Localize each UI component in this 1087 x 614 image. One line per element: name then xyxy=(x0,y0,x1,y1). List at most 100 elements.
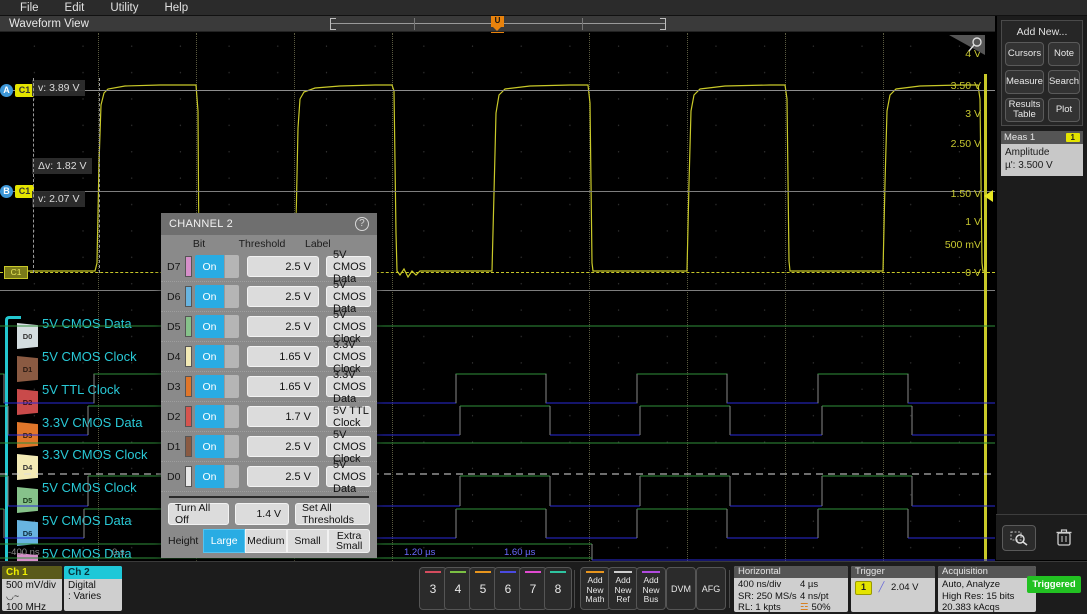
add-new-bus-label: Add New Bus xyxy=(637,576,665,605)
horizontal-settings-card[interactable]: Horizontal 400 ns/div 4 µs SR: 250 MS/s … xyxy=(734,566,848,612)
dvm-button[interactable]: DVM xyxy=(666,567,696,610)
row-off-toggle[interactable] xyxy=(224,435,239,458)
acquisition-resolution: High Res: 15 bits xyxy=(942,591,1032,603)
channel-button-5[interactable]: 5 xyxy=(469,567,497,610)
horizontal-row-2: SR: 250 MS/s 4 ns/pt xyxy=(738,591,844,603)
table-row[interactable]: D1 On 2.5 V 5V CMOS Clock xyxy=(161,432,377,462)
overview-handle-left[interactable] xyxy=(330,18,336,30)
menu-item-help[interactable]: Help xyxy=(158,0,194,16)
row-bit-name: D3 xyxy=(167,381,185,393)
row-threshold-input[interactable]: 2.5 V xyxy=(247,436,319,457)
row-off-toggle[interactable] xyxy=(224,255,239,278)
add-plot-button[interactable]: Plot xyxy=(1048,98,1080,122)
turn-all-off-button[interactable]: Turn All Off xyxy=(168,503,229,525)
add-measure-button[interactable]: Measure xyxy=(1005,70,1044,94)
trash-icon xyxy=(1056,529,1072,547)
acquisition-settings-card[interactable]: Acquisition Auto, Analyze High Res: 15 b… xyxy=(938,566,1036,612)
trigger-marker-upper[interactable]: U xyxy=(491,16,504,29)
row-bit-name: D5 xyxy=(167,321,185,333)
row-threshold-input[interactable]: 2.5 V xyxy=(247,256,319,277)
row-off-toggle[interactable] xyxy=(224,405,239,428)
table-row[interactable]: D5 On 2.5 V 5V CMOS Clock xyxy=(161,312,377,342)
row-off-toggle[interactable] xyxy=(224,315,239,338)
row-label-input[interactable]: 3.3V CMOS Data xyxy=(326,376,371,397)
row-on-toggle[interactable]: On xyxy=(195,375,224,398)
row-off-toggle[interactable] xyxy=(224,375,239,398)
dialog-title: CHANNEL 2 xyxy=(169,218,233,230)
channel-1-badge[interactable]: Ch 1 500 mV/div ◡~ 100 MHz xyxy=(2,566,62,611)
status-badge[interactable]: Triggered xyxy=(1027,576,1081,593)
row-threshold-input[interactable]: 2.5 V xyxy=(247,466,319,487)
set-all-thresholds-button[interactable]: Set All Thresholds xyxy=(295,503,370,525)
trigger-marker-u-box: U xyxy=(491,16,504,27)
menu-item-edit[interactable]: Edit xyxy=(59,0,91,16)
waveform-canvas[interactable]: A C1 v: 3.89 V Δv: 1.82 V B C1 v: 2.07 V… xyxy=(0,33,995,561)
row-on-toggle[interactable]: On xyxy=(195,285,224,308)
row-on-toggle[interactable]: On xyxy=(195,345,224,368)
row-on-toggle[interactable]: On xyxy=(195,255,224,278)
menu-item-file[interactable]: File xyxy=(14,0,45,16)
channel-2-badge[interactable]: Ch 2 Digital : Varies xyxy=(64,566,122,611)
add-new-math-button[interactable]: Add New Math xyxy=(580,567,610,610)
row-on-toggle[interactable]: On xyxy=(195,435,224,458)
row-on-toggle[interactable]: On xyxy=(195,465,224,488)
table-row[interactable]: D6 On 2.5 V 5V CMOS Data xyxy=(161,282,377,312)
horizontal-row-3: RL: 1 kpts ☲ 50% xyxy=(738,602,844,612)
table-row[interactable]: D4 On 1.65 V 3.3V CMOS Clock xyxy=(161,342,377,372)
zoom-search-button[interactable] xyxy=(1002,525,1036,551)
delete-button[interactable] xyxy=(1047,525,1081,551)
add-note-button[interactable]: Note xyxy=(1048,42,1080,66)
row-label-input[interactable]: 3.3V CMOS Clock xyxy=(326,346,371,367)
table-row[interactable]: D0 On 2.5 V 5V CMOS Data xyxy=(161,462,377,492)
row-threshold-input[interactable]: 1.65 V xyxy=(247,376,319,397)
all-threshold-input[interactable]: 1.4 V xyxy=(235,503,289,525)
channel-button-7[interactable]: 7 xyxy=(519,567,547,610)
row-color-swatch xyxy=(185,286,192,307)
add-cursors-button[interactable]: Cursors xyxy=(1005,42,1044,66)
row-label-input[interactable]: 5V CMOS Clock xyxy=(326,436,371,457)
channel-button-4[interactable]: 4 xyxy=(444,567,472,610)
row-color-swatch xyxy=(185,466,192,487)
row-label-input[interactable]: 5V TTL Clock xyxy=(326,406,371,427)
trigger-settings-card[interactable]: Trigger 1 ╱ 2.04 V xyxy=(851,566,935,612)
measurement-badge[interactable]: Meas 1 1 Amplitude µ': 3.500 V xyxy=(1001,131,1083,176)
row-threshold-input[interactable]: 1.7 V xyxy=(247,406,319,427)
add-results-table-button[interactable]: Results Table xyxy=(1005,98,1044,122)
horizontal-scale: 400 ns/div xyxy=(738,579,800,591)
channel-button-8[interactable]: 8 xyxy=(544,567,572,610)
horizontal-resolution: 4 ns/pt xyxy=(800,591,829,603)
overview-handle-right[interactable] xyxy=(660,18,666,30)
zoom-search-icon xyxy=(1009,530,1029,546)
row-on-toggle[interactable]: On xyxy=(195,315,224,338)
row-threshold-input[interactable]: 2.5 V xyxy=(247,316,319,337)
height-option-extra-small[interactable]: Extra Small xyxy=(328,529,370,553)
row-threshold-input[interactable]: 1.65 V xyxy=(247,346,319,367)
table-row[interactable]: D7 On 2.5 V 5V CMOS Data xyxy=(161,252,377,282)
table-row[interactable]: D2 On 1.7 V 5V TTL Clock xyxy=(161,402,377,432)
row-off-toggle[interactable] xyxy=(224,345,239,368)
row-bit-name: D4 xyxy=(167,351,185,363)
channel-2-dialog[interactable]: CHANNEL 2 ? Bit Threshold Label D7 On 2.… xyxy=(161,213,377,558)
row-label-input[interactable]: 5V CMOS Data xyxy=(326,256,371,277)
add-search-button[interactable]: Search xyxy=(1048,70,1080,94)
channel-2-body: Digital : Varies xyxy=(64,579,122,603)
menu-item-utility[interactable]: Utility xyxy=(104,0,144,16)
table-row[interactable]: D3 On 1.65 V 3.3V CMOS Data xyxy=(161,372,377,402)
add-new-bus-button[interactable]: Add New Bus xyxy=(636,567,666,610)
channel-button-3[interactable]: 3 xyxy=(419,567,447,610)
height-option-large[interactable]: Large xyxy=(203,529,245,553)
row-on-toggle[interactable]: On xyxy=(195,405,224,428)
height-option-medium[interactable]: Medium xyxy=(245,529,287,553)
add-new-ref-button[interactable]: Add New Ref xyxy=(608,567,638,610)
row-label-input[interactable]: 5V CMOS Clock xyxy=(326,316,371,337)
help-icon[interactable]: ? xyxy=(355,217,369,231)
row-off-toggle[interactable] xyxy=(224,465,239,488)
row-threshold-input[interactable]: 2.5 V xyxy=(247,286,319,307)
row-label-input[interactable]: 5V CMOS Data xyxy=(326,466,371,487)
row-label-input[interactable]: 5V CMOS Data xyxy=(326,286,371,307)
row-off-toggle[interactable] xyxy=(224,285,239,308)
afg-button[interactable]: AFG xyxy=(696,567,726,610)
trigger-title: Trigger xyxy=(851,566,935,578)
height-option-small[interactable]: Small xyxy=(287,529,329,553)
channel-button-6[interactable]: 6 xyxy=(494,567,522,610)
